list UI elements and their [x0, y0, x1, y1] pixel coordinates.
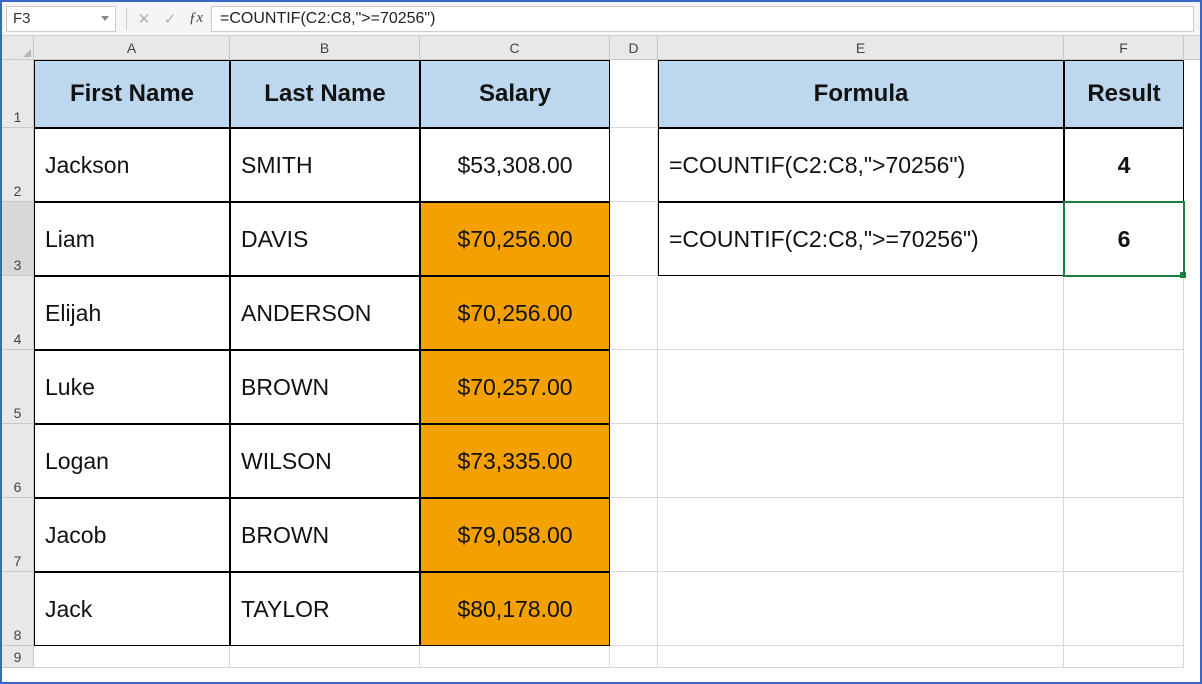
cell-D1[interactable] — [610, 60, 658, 128]
row-1: 1 First Name Last Name Salary Formula Re… — [2, 60, 1200, 128]
row-6: 6 Logan WILSON $73,335.00 — [2, 424, 1200, 498]
cell-first-name[interactable]: Luke — [34, 350, 230, 424]
cell-E5[interactable] — [658, 350, 1064, 424]
cell-salary[interactable]: $79,058.00 — [420, 498, 610, 572]
cell-first-name[interactable]: Elijah — [34, 276, 230, 350]
cell-salary[interactable]: $53,308.00 — [420, 128, 610, 202]
cell-last-name[interactable]: ANDERSON — [230, 276, 420, 350]
worksheet[interactable]: A B C D E F 1 First Name Last Name Salar… — [2, 36, 1200, 682]
name-box[interactable]: F3 — [6, 6, 116, 32]
col-header-B[interactable]: B — [230, 36, 420, 59]
row-7: 7 Jacob BROWN $79,058.00 — [2, 498, 1200, 572]
cell-salary[interactable]: $80,178.00 — [420, 572, 610, 646]
row-header-4[interactable]: 4 — [2, 276, 34, 350]
row-2: 2 Jackson SMITH $53,308.00 =COUNTIF(C2:C… — [2, 128, 1200, 202]
row-header-7[interactable]: 7 — [2, 498, 34, 572]
formula-input-value: =COUNTIF(C2:C8,">=70256") — [220, 10, 435, 28]
cell-first-name[interactable]: Jacob — [34, 498, 230, 572]
cell-F9[interactable] — [1064, 646, 1184, 668]
col-header-A[interactable]: A — [34, 36, 230, 59]
cell-first-name[interactable]: Jackson — [34, 128, 230, 202]
separator — [126, 8, 127, 30]
select-all-corner[interactable] — [2, 36, 34, 59]
cell-E7[interactable] — [658, 498, 1064, 572]
name-box-value: F3 — [13, 10, 31, 27]
cell-salary[interactable]: $70,256.00 — [420, 276, 610, 350]
cell-salary[interactable]: $73,335.00 — [420, 424, 610, 498]
cell-E6[interactable] — [658, 424, 1064, 498]
header-salary[interactable]: Salary — [420, 60, 610, 128]
header-formula[interactable]: Formula — [658, 60, 1064, 128]
cell-F8[interactable] — [1064, 572, 1184, 646]
col-header-D[interactable]: D — [610, 36, 658, 59]
cell-last-name[interactable]: DAVIS — [230, 202, 420, 276]
col-header-F[interactable]: F — [1064, 36, 1184, 59]
formula-bar: F3 ✕ ✓ ƒx =COUNTIF(C2:C8,">=70256") — [2, 2, 1200, 36]
cell-D4[interactable] — [610, 276, 658, 350]
cell-formula[interactable]: =COUNTIF(C2:C8,">70256") — [658, 128, 1064, 202]
enter-icon[interactable]: ✓ — [157, 6, 183, 32]
row-header-2[interactable]: 2 — [2, 128, 34, 202]
header-first-name[interactable]: First Name — [34, 60, 230, 128]
cell-D5[interactable] — [610, 350, 658, 424]
formula-input[interactable]: =COUNTIF(C2:C8,">=70256") — [211, 6, 1194, 32]
cell-last-name[interactable]: WILSON — [230, 424, 420, 498]
row-5: 5 Luke BROWN $70,257.00 — [2, 350, 1200, 424]
cell-salary[interactable]: $70,257.00 — [420, 350, 610, 424]
col-header-C[interactable]: C — [420, 36, 610, 59]
cell-F5[interactable] — [1064, 350, 1184, 424]
cell-last-name[interactable]: SMITH — [230, 128, 420, 202]
cell-E8[interactable] — [658, 572, 1064, 646]
cell-salary[interactable]: $70,256.00 — [420, 202, 610, 276]
cell-F4[interactable] — [1064, 276, 1184, 350]
cell-result[interactable]: 4 — [1064, 128, 1184, 202]
cell-result-active[interactable]: 6 — [1064, 202, 1184, 276]
cell-F6[interactable] — [1064, 424, 1184, 498]
row-header-6[interactable]: 6 — [2, 424, 34, 498]
cell-D9[interactable] — [610, 646, 658, 668]
cell-first-name[interactable]: Liam — [34, 202, 230, 276]
cell-D7[interactable] — [610, 498, 658, 572]
cell-last-name[interactable]: BROWN — [230, 350, 420, 424]
fx-icon[interactable]: ƒx — [183, 6, 209, 32]
row-header-9[interactable]: 9 — [2, 646, 34, 668]
cell-E4[interactable] — [658, 276, 1064, 350]
row-8: 8 Jack TAYLOR $80,178.00 — [2, 572, 1200, 646]
row-header-5[interactable]: 5 — [2, 350, 34, 424]
cell-D2[interactable] — [610, 128, 658, 202]
row-header-8[interactable]: 8 — [2, 572, 34, 646]
cell-first-name[interactable]: Logan — [34, 424, 230, 498]
row-4: 4 Elijah ANDERSON $70,256.00 — [2, 276, 1200, 350]
name-box-dropdown-icon[interactable] — [101, 16, 109, 21]
cell-formula[interactable]: =COUNTIF(C2:C8,">=70256") — [658, 202, 1064, 276]
column-header-row: A B C D E F — [2, 36, 1200, 60]
cell-E9[interactable] — [658, 646, 1064, 668]
header-last-name[interactable]: Last Name — [230, 60, 420, 128]
row-9: 9 — [2, 646, 1200, 668]
grid-rows: 1 First Name Last Name Salary Formula Re… — [2, 60, 1200, 682]
cell-last-name[interactable]: TAYLOR — [230, 572, 420, 646]
cell-D6[interactable] — [610, 424, 658, 498]
excel-window: F3 ✕ ✓ ƒx =COUNTIF(C2:C8,">=70256") A B … — [0, 0, 1202, 684]
cell-A9[interactable] — [34, 646, 230, 668]
col-header-E[interactable]: E — [658, 36, 1064, 59]
cell-B9[interactable] — [230, 646, 420, 668]
cell-C9[interactable] — [420, 646, 610, 668]
cell-last-name[interactable]: BROWN — [230, 498, 420, 572]
cell-D3[interactable] — [610, 202, 658, 276]
cancel-icon[interactable]: ✕ — [131, 6, 157, 32]
cell-first-name[interactable]: Jack — [34, 572, 230, 646]
row-header-3[interactable]: 3 — [2, 202, 34, 276]
cell-F7[interactable] — [1064, 498, 1184, 572]
row-3: 3 Liam DAVIS $70,256.00 =COUNTIF(C2:C8,"… — [2, 202, 1200, 276]
row-header-1[interactable]: 1 — [2, 60, 34, 128]
header-result[interactable]: Result — [1064, 60, 1184, 128]
cell-D8[interactable] — [610, 572, 658, 646]
